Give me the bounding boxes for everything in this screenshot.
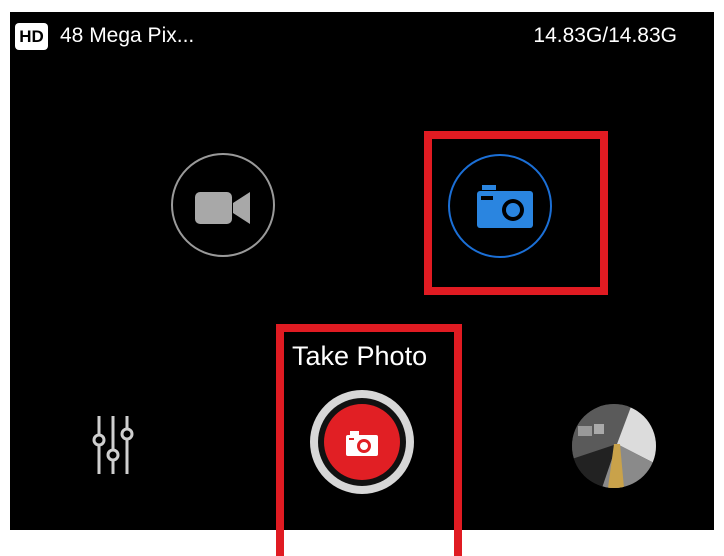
gallery-image (572, 404, 656, 488)
gallery-thumbnail[interactable] (572, 404, 656, 488)
storage-label: 14.83G/14.83G (533, 24, 677, 47)
video-camera-icon (195, 192, 250, 224)
photo-mode-highlight (424, 131, 608, 295)
hd-quality-badge[interactable]: HD (15, 23, 48, 50)
resolution-label[interactable]: 48 Mega Pix... (60, 24, 194, 48)
shutter-highlight (276, 324, 462, 556)
video-mode-button[interactable] (171, 153, 275, 257)
sliders-icon[interactable] (90, 414, 136, 476)
